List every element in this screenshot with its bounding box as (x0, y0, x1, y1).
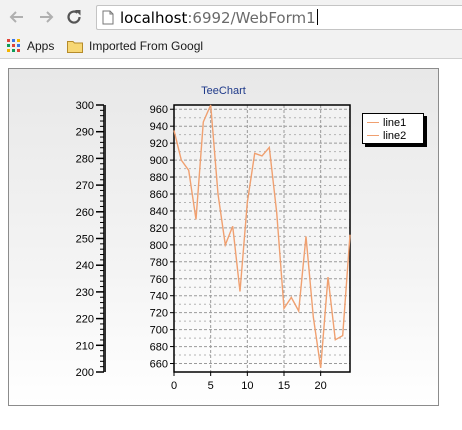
y-tick-label: 940 (150, 121, 168, 133)
y-tick-label: 920 (150, 138, 168, 150)
url-path: :6992/WebForm1 (187, 9, 316, 27)
y-tick-label: 680 (150, 342, 168, 354)
page-icon (102, 10, 114, 25)
x-tick-label: 0 (171, 380, 177, 392)
y-tick-label: 900 (150, 155, 168, 167)
y-tick-label: 780 (150, 257, 168, 269)
legend-swatch (367, 135, 379, 136)
url-host: localhost (120, 9, 188, 27)
left-axis-tick-label: 240 (76, 260, 94, 272)
forward-arrow-icon (40, 11, 54, 23)
left-axis-tick-label: 300 (76, 100, 94, 112)
legend-item-line2: line2 (367, 129, 406, 142)
legend-label: line2 (383, 129, 407, 142)
reload-icon (67, 10, 81, 24)
left-axis-tick-label: 280 (76, 153, 94, 165)
left-axis-tick-label: 230 (76, 287, 94, 299)
x-tick-label: 15 (278, 380, 290, 392)
y-tick-label: 740 (150, 291, 168, 303)
legend-item-line1: line1 (367, 116, 406, 129)
left-axis-tick-label: 270 (76, 180, 94, 192)
browser-toolbar: localhost:6992/WebForm1 (0, 0, 462, 34)
left-axis-tick-label: 250 (76, 234, 94, 246)
y-tick-label: 860 (150, 189, 168, 201)
legend-swatch (367, 122, 379, 123)
reload-button[interactable] (64, 7, 84, 27)
bookmark-label: Imported From Googl (89, 39, 204, 53)
y-tick-label: 720 (150, 308, 168, 320)
bookmark-label: Apps (27, 39, 55, 53)
y-tick-label: 880 (150, 172, 168, 184)
text-caret (316, 9, 318, 25)
url-text: localhost:6992/WebForm1 (120, 9, 318, 27)
left-axis-tick-label: 260 (76, 207, 94, 219)
y-tick-label: 960 (150, 104, 168, 116)
y-tick-label: 700 (150, 325, 168, 337)
left-axis-tick-label: 290 (76, 127, 94, 139)
x-tick-label: 5 (208, 380, 214, 392)
legend-label: line1 (383, 116, 407, 129)
bookmarks-fade (422, 34, 462, 58)
y-tick-label: 840 (150, 206, 168, 218)
apps-grid-icon (7, 39, 20, 52)
x-tick-label: 10 (241, 380, 253, 392)
chart-legend: line1 line2 (362, 113, 424, 144)
y-tick-label: 760 (150, 274, 168, 286)
y-tick-label: 820 (150, 223, 168, 235)
left-axis-tick-label: 220 (76, 314, 94, 326)
back-button[interactable] (7, 7, 27, 27)
address-bar[interactable]: localhost:6992/WebForm1 (96, 5, 462, 30)
x-tick-label: 20 (315, 380, 327, 392)
forward-button[interactable] (36, 7, 56, 27)
y-tick-label: 800 (150, 240, 168, 252)
bookmarks-bar: Apps Imported From Googl (0, 34, 462, 59)
folder-icon (67, 40, 83, 53)
bookmark-imported-folder[interactable]: Imported From Googl (67, 38, 203, 54)
bookmark-apps[interactable]: Apps (7, 38, 54, 54)
teechart-panel: TeeChart 960 940 920 900 880 860 840 820 800 780 7… (8, 68, 439, 406)
y-tick-label: 660 (150, 359, 168, 371)
left-axis-tick-label: 200 (76, 367, 94, 379)
left-axis-tick-label: 210 (76, 340, 94, 352)
back-arrow-icon (9, 11, 23, 23)
